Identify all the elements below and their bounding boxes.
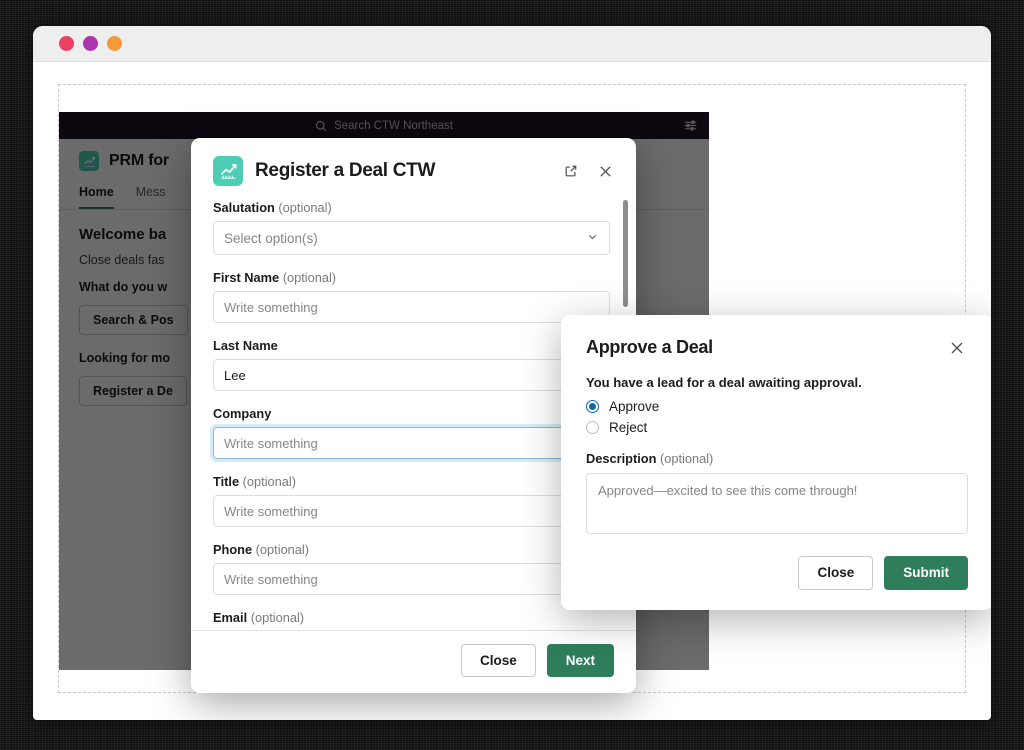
last-name-input[interactable] bbox=[213, 359, 610, 391]
chart-up-icon bbox=[213, 156, 243, 186]
label-text: Email bbox=[213, 610, 248, 625]
chevron-down-icon bbox=[586, 230, 599, 246]
register-modal-header: Register a Deal CTW bbox=[191, 138, 636, 200]
register-close-button[interactable]: Close bbox=[460, 643, 536, 677]
radio-option-reject[interactable]: Reject bbox=[586, 420, 968, 435]
minimize-traffic-light[interactable] bbox=[83, 36, 98, 51]
first-name-input[interactable] bbox=[213, 291, 610, 323]
phone-input[interactable] bbox=[213, 563, 610, 595]
scrollbar-thumb[interactable] bbox=[623, 200, 628, 307]
field-salutation: Salutation (optional) Select option(s) bbox=[213, 200, 610, 255]
browser-titlebar bbox=[33, 26, 991, 62]
field-email: Email (optional) bbox=[213, 610, 610, 630]
optional-text: (optional) bbox=[242, 474, 296, 489]
approve-deal-modal: Approve a Deal You have a lead for a dea… bbox=[561, 315, 991, 610]
approve-lead-text: You have a lead for a deal awaiting appr… bbox=[586, 375, 862, 390]
label-text: Salutation bbox=[213, 200, 275, 215]
page-canvas: Search CTW Northeast bbox=[58, 84, 991, 693]
field-label-salutation: Salutation (optional) bbox=[213, 200, 610, 215]
description-textarea[interactable] bbox=[586, 473, 968, 534]
register-modal-title: Register a Deal CTW bbox=[255, 160, 436, 181]
approve-modal-header: Approve a Deal bbox=[586, 337, 968, 359]
close-icon[interactable] bbox=[594, 160, 616, 182]
radio-reject-indicator[interactable] bbox=[586, 421, 599, 434]
field-company: Company bbox=[213, 406, 610, 459]
field-label-first-name: First Name (optional) bbox=[213, 270, 610, 285]
field-first-name: First Name (optional) bbox=[213, 270, 610, 323]
salutation-select-value: Select option(s) bbox=[224, 230, 318, 246]
field-label-last-name: Last Name bbox=[213, 338, 610, 353]
optional-text: (optional) bbox=[659, 451, 714, 466]
external-link-icon[interactable] bbox=[560, 160, 582, 182]
field-label-company: Company bbox=[213, 406, 610, 421]
approve-close-button[interactable]: Close bbox=[798, 556, 874, 590]
radio-reject-label: Reject bbox=[609, 420, 648, 435]
field-phone: Phone (optional) bbox=[213, 542, 610, 595]
label-text: Phone bbox=[213, 542, 253, 557]
browser-window: Search CTW Northeast bbox=[33, 26, 991, 720]
salutation-select[interactable]: Select option(s) bbox=[213, 221, 610, 255]
label-text: Last Name bbox=[213, 338, 278, 353]
approve-modal-title: Approve a Deal bbox=[586, 337, 713, 357]
label-text: First Name bbox=[213, 270, 280, 285]
field-label-title: Title (optional) bbox=[213, 474, 610, 489]
close-icon[interactable] bbox=[946, 337, 968, 359]
company-input[interactable] bbox=[213, 427, 610, 459]
radio-option-approve[interactable]: Approve bbox=[586, 399, 968, 414]
description-label: Description (optional) bbox=[586, 451, 968, 466]
maximize-traffic-light[interactable] bbox=[107, 36, 122, 51]
title-input[interactable] bbox=[213, 495, 610, 527]
register-next-button[interactable]: Next bbox=[546, 643, 614, 677]
optional-text: (optional) bbox=[282, 270, 337, 285]
label-text: Company bbox=[213, 406, 272, 421]
optional-text: (optional) bbox=[255, 542, 310, 557]
approve-submit-button[interactable]: Submit bbox=[884, 556, 968, 590]
radio-approve-indicator[interactable] bbox=[586, 400, 599, 413]
optional-text: (optional) bbox=[250, 610, 305, 625]
approve-modal-footer: Close Submit bbox=[586, 556, 968, 590]
label-text: Title bbox=[213, 474, 240, 489]
close-traffic-light[interactable] bbox=[59, 36, 74, 51]
label-text: Description bbox=[586, 451, 657, 466]
optional-text: (optional) bbox=[278, 200, 332, 215]
field-label-phone: Phone (optional) bbox=[213, 542, 610, 557]
field-title: Title (optional) bbox=[213, 474, 610, 527]
radio-approve-label: Approve bbox=[609, 399, 660, 414]
field-label-email: Email (optional) bbox=[213, 610, 610, 625]
register-modal-footer: Close Next bbox=[191, 629, 636, 693]
field-last-name: Last Name bbox=[213, 338, 610, 391]
